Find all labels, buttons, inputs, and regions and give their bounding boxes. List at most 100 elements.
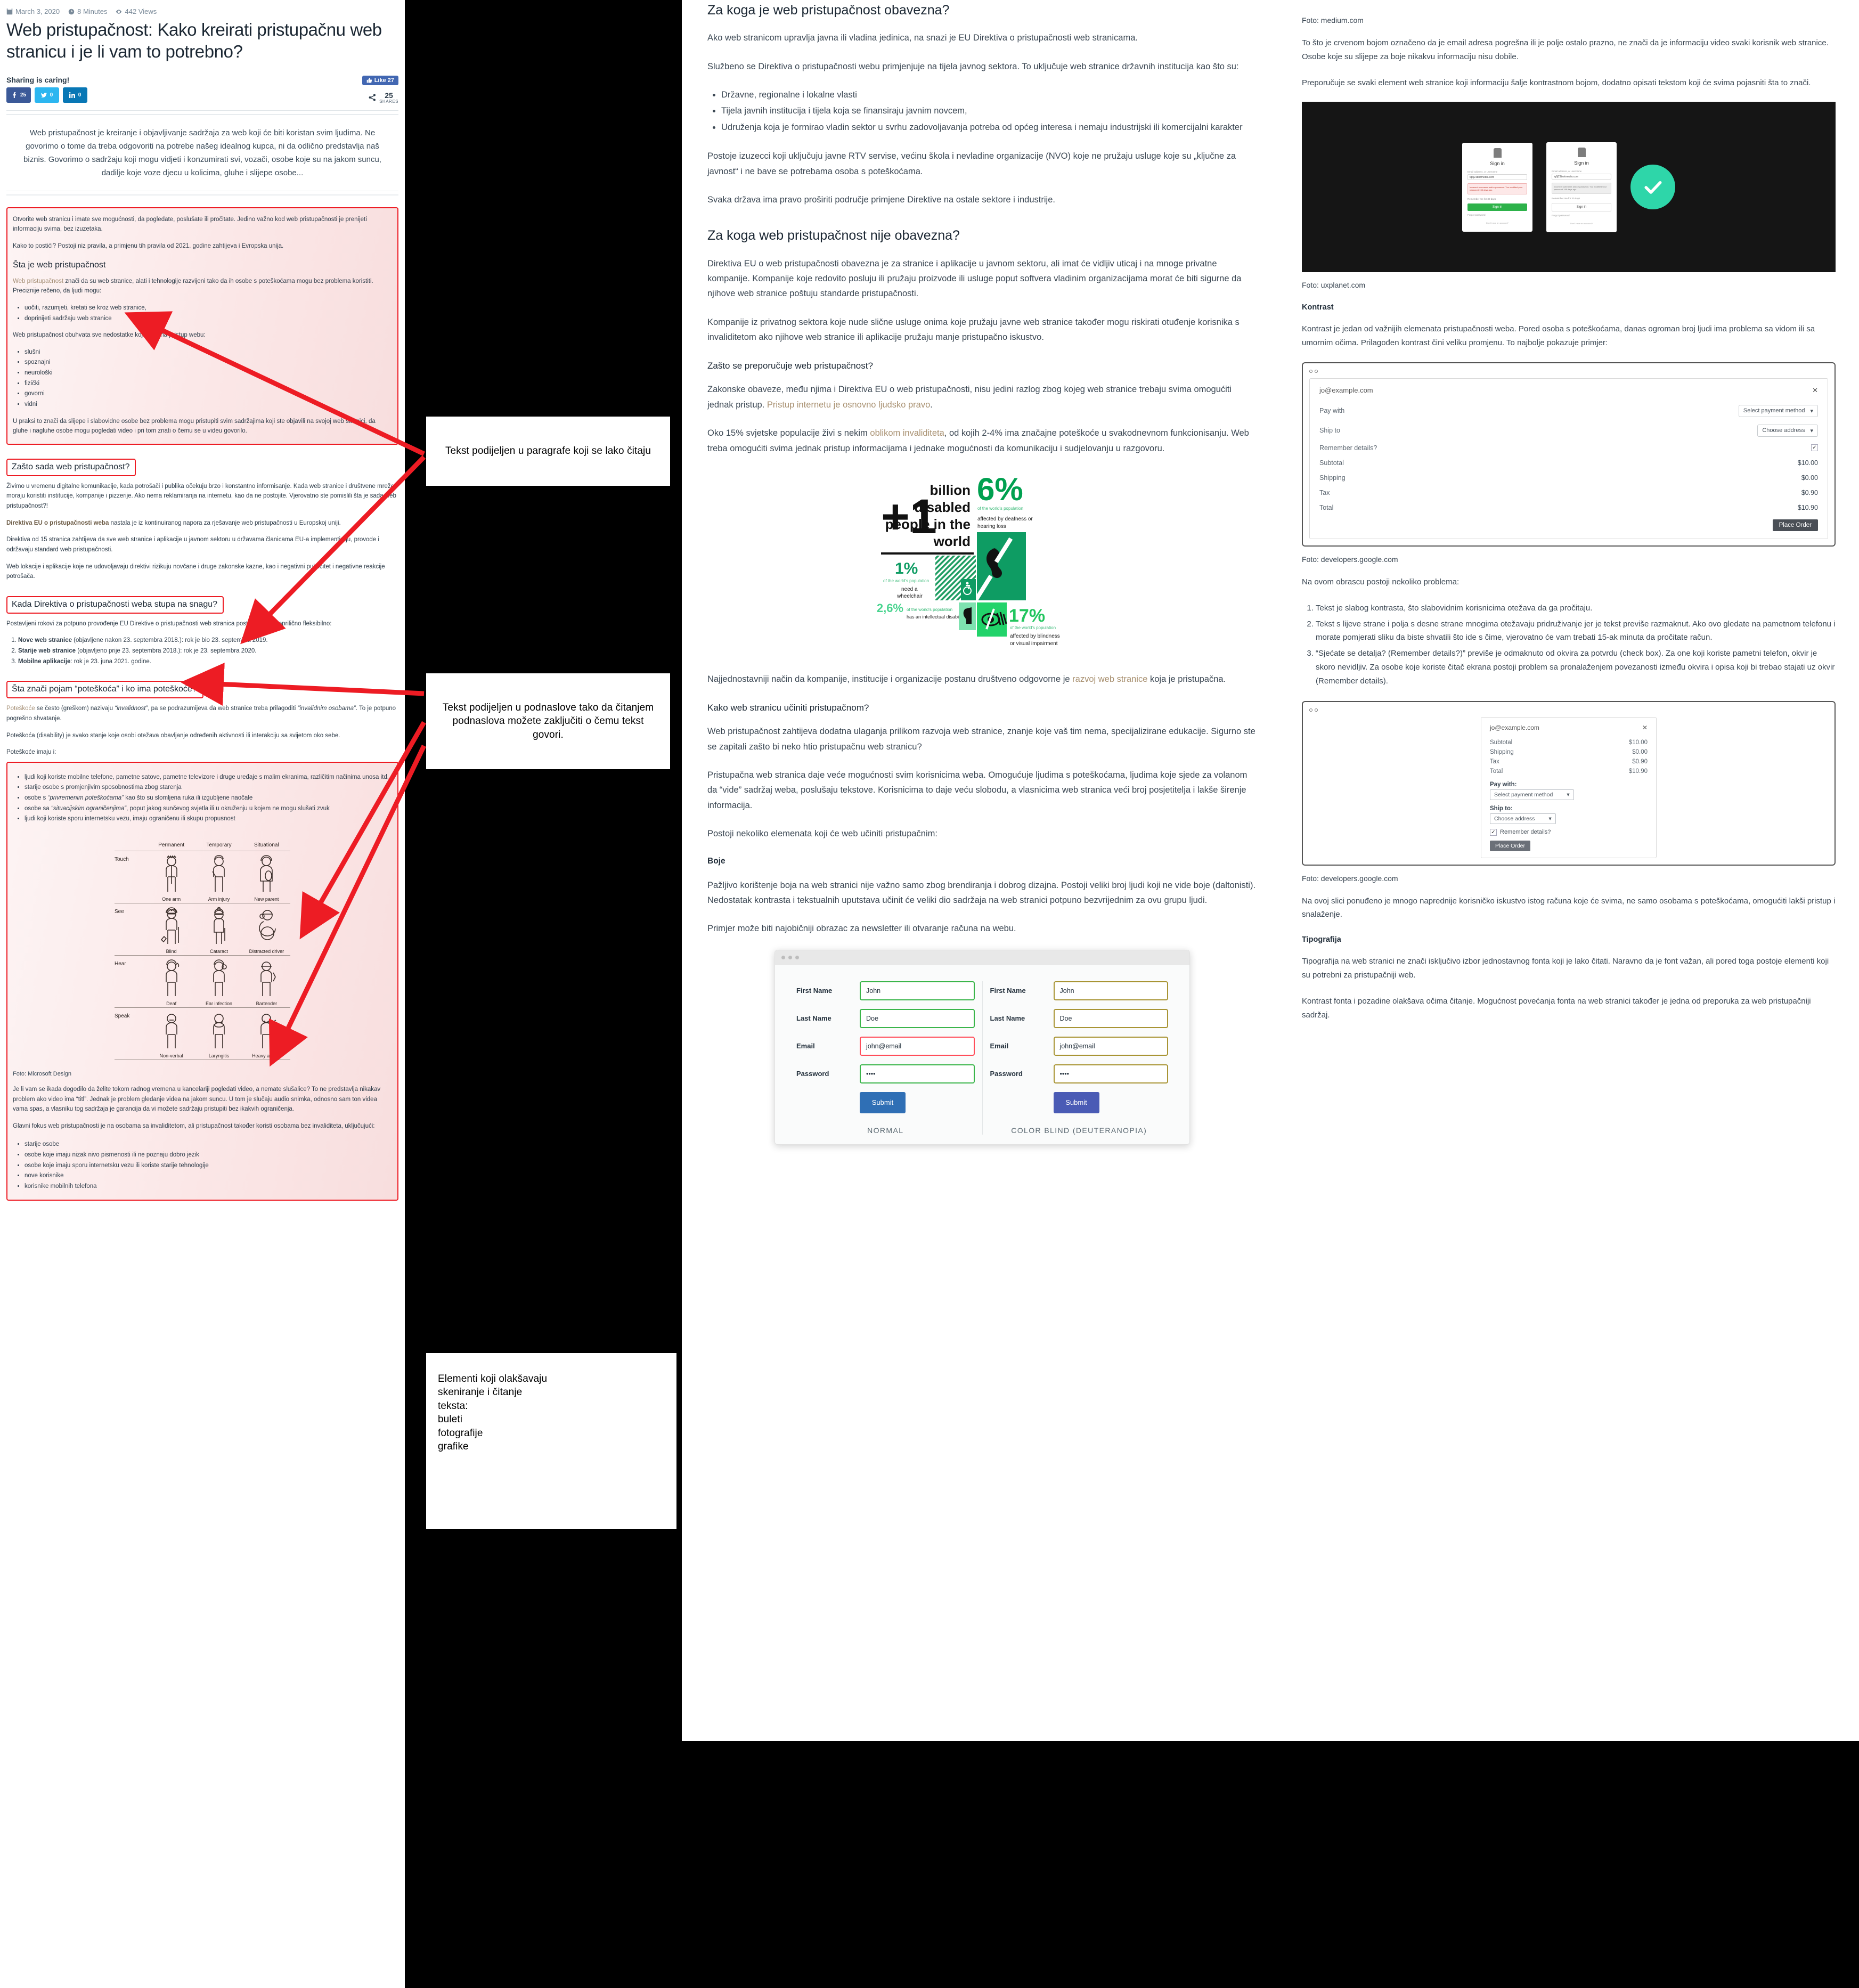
- check-icon: [1644, 181, 1662, 194]
- signin-title: Sign in: [1574, 160, 1589, 166]
- last-name-input[interactable]: Doe: [860, 1008, 975, 1028]
- persona-cell: Non-verbal: [148, 1011, 195, 1058]
- close-icon[interactable]: ✕: [1642, 724, 1648, 731]
- remember-details-row[interactable]: ✓ Remember details?: [1490, 828, 1648, 836]
- place-order-button-b[interactable]: Place Order: [1490, 840, 1531, 851]
- email-input-cb[interactable]: john@email: [1053, 1036, 1168, 1056]
- link-oblikom-invaliditeta[interactable]: oblikom invaliditeta: [870, 428, 944, 438]
- facebook-like-button[interactable]: Like 27: [362, 75, 398, 85]
- ol-bold: Starije web stranice: [18, 648, 76, 654]
- mid-para-12: Postoji nekoliko elemenata koji će web u…: [707, 829, 937, 839]
- email-input[interactable]: tq6j21testmedia.com: [1467, 174, 1527, 180]
- forgot-password-link[interactable]: Forgot password: [1552, 214, 1611, 217]
- svg-text:17%: 17%: [1009, 606, 1045, 626]
- remember-details-checkbox-b[interactable]: ✓: [1490, 828, 1497, 836]
- payment-method-select[interactable]: Select payment method ▾: [1738, 404, 1818, 417]
- right-problem-list: Tekst je slabog kontrasta, što slabovidn…: [1316, 601, 1836, 688]
- right-article-column: Foto: medium.com To što je crvenom bojom…: [1278, 0, 1859, 1741]
- total-label: Shipping: [1490, 748, 1514, 755]
- form-row: Last Name Doe: [990, 1008, 1168, 1028]
- remember-checkbox[interactable]: Remember me for 30 days: [1552, 197, 1611, 200]
- ear-infection-person-icon: [213, 959, 227, 996]
- mid-para-5: Direktiva EU o web pristupačnosti obavez…: [707, 258, 1242, 299]
- right-content-body: Foto: medium.com To što je crvenom bojom…: [1302, 16, 1836, 1022]
- payment-method-select-b[interactable]: Select payment method ▾: [1490, 789, 1574, 800]
- checkout-mock-improved: jo@example.com ✕ Subtotal $10.00 Shipping…: [1302, 700, 1836, 866]
- share-facebook-button[interactable]: 25: [6, 87, 31, 103]
- success-check-badge: [1630, 165, 1675, 210]
- password-input[interactable]: ••••: [860, 1064, 975, 1083]
- li-a: osobe sa: [25, 805, 51, 812]
- password-input-cb[interactable]: ••••: [1053, 1064, 1168, 1083]
- persona-cell: Heavy accent: [243, 1011, 290, 1058]
- p11-italic-1: “invalidnost”: [115, 705, 148, 712]
- right-para-2: Preporučuje se svaki element web stranic…: [1302, 78, 1811, 87]
- facebook-count: 25: [20, 92, 27, 98]
- right-para-4: Na ovom obrascu postoji nekoliko problem…: [1302, 577, 1460, 586]
- chevron-down-icon: ▾: [1810, 427, 1813, 434]
- address-select[interactable]: Choose address ▾: [1757, 424, 1818, 437]
- first-name-input[interactable]: John: [860, 981, 975, 1000]
- share-buttons: 25 0 0: [6, 87, 87, 103]
- link-pristup-internetu[interactable]: Pristup internetu je osnovno ljudsko pra…: [767, 400, 930, 410]
- share-twitter-button[interactable]: 0: [35, 87, 59, 103]
- signin-button[interactable]: Sign in: [1467, 203, 1527, 211]
- mid-para-13: Pažljivo korištenje boja na web stranici…: [707, 880, 1256, 905]
- persona-cell-label: Cataract: [209, 948, 228, 954]
- forgot-password-link[interactable]: Forgot password: [1467, 214, 1527, 216]
- checkout-row: Ship to Choose address ▾: [1319, 421, 1818, 441]
- left-para-8: Direktiva od 15 stranica zahtijeva da sv…: [6, 536, 379, 553]
- thumbs-up-icon: [366, 78, 372, 83]
- form-comparison: First Name John Last Name Doe Email john…: [789, 981, 1176, 1135]
- divider-top: [6, 110, 398, 111]
- left-para-11: Poteškoće se često (greškom) nazivaju “i…: [6, 704, 398, 723]
- list-item: Mobilne aplikacije: rok je 23. juna 2021…: [18, 657, 398, 667]
- ship-to-label: Ship to:: [1490, 805, 1513, 812]
- signin-button-grey[interactable]: Sign in: [1552, 203, 1611, 212]
- callout-paragraphs-text: Tekst podijeljen u paragrafe koji se lak…: [445, 445, 651, 457]
- left-article-column: March 3, 2020 8 Minutes 442 Views Web pr…: [0, 0, 405, 1988]
- last-name-input-cb[interactable]: Doe: [1053, 1008, 1168, 1028]
- email-input[interactable]: tq6j21testmedia.com: [1552, 173, 1611, 180]
- browser-titlebar: [775, 950, 1189, 965]
- form-normal: First Name John Last Name Doe Email john…: [789, 981, 982, 1135]
- heading-tipografija: Tipografija: [1302, 935, 1341, 944]
- list-item: Tijela javnih institucija i tijela koja …: [721, 103, 1257, 118]
- left-para-7-rest: nastala je iz kontinuiranog napora za rj…: [109, 519, 341, 526]
- persona-col-permanent: Permanent: [158, 842, 185, 848]
- remember-details-checkbox[interactable]: ✓: [1811, 444, 1818, 452]
- form-row: Last Name Doe: [796, 1008, 975, 1028]
- browser-content: First Name John Last Name Doe Email john…: [775, 965, 1189, 1144]
- form-row: Email john@email: [796, 1036, 975, 1056]
- persona-col-situational: Situational: [254, 842, 279, 848]
- svg-text:wheelchair: wheelchair: [896, 593, 923, 599]
- mid-para-8: Oko 15% svjetske populacije živi s nekim…: [707, 426, 1257, 456]
- colorblind-form-mockup: First Name John Last Name Doe Email john…: [774, 949, 1190, 1145]
- place-order-button[interactable]: Place Order: [1772, 519, 1818, 531]
- submit-button-cb[interactable]: Submit: [1053, 1091, 1099, 1113]
- share-bar: Sharing is caring! 25 0 0 Like 27 25 SHA…: [6, 75, 398, 104]
- li-b: kao što su slomljena ruka ili izgubljene…: [124, 795, 253, 801]
- total-label: Tax: [1319, 488, 1330, 496]
- callout-subheadings-text: Tekst podijeljen u podnaslove tako da či…: [442, 702, 654, 740]
- link-razvoj-web-stranice[interactable]: razvoj web stranice: [1072, 674, 1147, 684]
- remember-checkbox[interactable]: Remember me for 30 days: [1467, 198, 1527, 200]
- total-value: $10.90: [1797, 503, 1818, 511]
- greyed-message: Incorrect username and/or password. You …: [1552, 182, 1611, 194]
- share-linkedin-button[interactable]: 0: [63, 87, 87, 103]
- checkout-total-row: Tax $0.90: [1319, 485, 1818, 500]
- address-select-b[interactable]: Choose address ▾: [1490, 813, 1556, 824]
- close-icon[interactable]: ✕: [1812, 386, 1818, 395]
- left-para-12: Poteškoća (disability) je svako stanje k…: [6, 732, 340, 739]
- first-name-input-cb[interactable]: John: [1053, 981, 1168, 1000]
- li-italic: “situacijskim ograničenjima”: [51, 805, 127, 812]
- left-para-1: Otvorite web stranicu i imate sve mogućn…: [13, 216, 367, 233]
- form-row: Password ••••: [990, 1064, 1168, 1083]
- link-web-pristupacnost[interactable]: Web pristupačnost: [13, 278, 63, 284]
- calendar-icon: [6, 8, 13, 14]
- checkout-total-row: Subtotal $10.00: [1490, 738, 1648, 747]
- link-poteskoce[interactable]: Poteškoće: [6, 705, 35, 712]
- email-input[interactable]: john@email: [860, 1036, 975, 1056]
- submit-button[interactable]: Submit: [860, 1091, 906, 1113]
- form-row: First Name John: [990, 981, 1168, 1000]
